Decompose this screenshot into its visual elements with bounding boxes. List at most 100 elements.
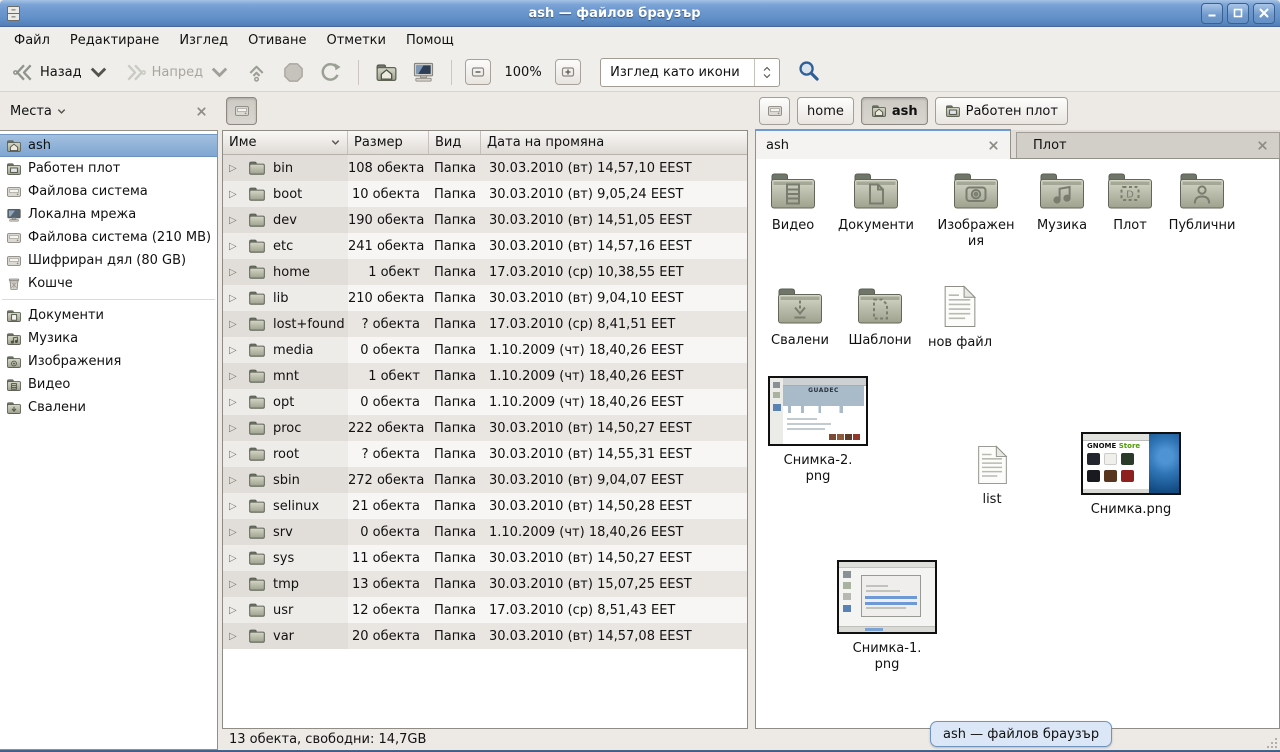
- file-item-snimka[interactable]: GNOME Store Снимка.png: [1076, 432, 1186, 518]
- sidebar-item-music[interactable]: Музика: [0, 327, 217, 350]
- expander-icon[interactable]: ▷: [229, 579, 241, 590]
- menu-file[interactable]: Файл: [4, 30, 60, 51]
- minimize-button[interactable]: [1201, 3, 1223, 24]
- table-row[interactable]: ▷mnt1 обектПапка1.10.2009 (чт) 18,40,26 …: [223, 363, 747, 389]
- sidebar-item-video[interactable]: Видео: [0, 373, 217, 396]
- column-header-date[interactable]: Дата на промяна: [481, 131, 747, 154]
- expander-icon[interactable]: ▷: [229, 371, 241, 382]
- back-button[interactable]: Назад: [6, 57, 116, 88]
- zoom-out-button[interactable]: [465, 59, 491, 85]
- sidebar-item-home[interactable]: ash: [0, 134, 217, 157]
- path-root-button[interactable]: [226, 97, 257, 125]
- expander-icon[interactable]: ▷: [229, 553, 241, 564]
- sidebar-item-filesystem[interactable]: Файлова система: [0, 180, 217, 203]
- up-button[interactable]: [239, 57, 274, 88]
- folder-item-downloads[interactable]: Свалени: [759, 286, 841, 349]
- expander-icon[interactable]: ▷: [229, 189, 241, 200]
- folder-item-documents[interactable]: Документи: [835, 171, 917, 234]
- file-item-list[interactable]: list: [951, 445, 1033, 508]
- taskbar-window-label[interactable]: ash — файлов браузър: [930, 721, 1112, 747]
- sidebar-item-network[interactable]: Локална мрежа: [0, 203, 217, 226]
- table-row[interactable]: ▷tmp13 обектаПапка30.03.2010 (вт) 15,07,…: [223, 571, 747, 597]
- file-item-new-file[interactable]: нов файл: [919, 285, 1001, 351]
- table-row[interactable]: ▷usr12 обектаПапка17.03.2010 (ср) 8,51,4…: [223, 597, 747, 623]
- table-row[interactable]: ▷srv0 обектаПапка1.10.2009 (чт) 18,40,26…: [223, 519, 747, 545]
- forward-button[interactable]: Напред: [118, 57, 237, 88]
- table-row[interactable]: ▷home1 обектПапка17.03.2010 (ср) 10,38,5…: [223, 259, 747, 285]
- path-home-button[interactable]: home: [797, 97, 854, 125]
- maximize-button[interactable]: [1227, 3, 1249, 24]
- table-row[interactable]: ▷var20 обектаПапка30.03.2010 (вт) 14,57,…: [223, 623, 747, 649]
- sidebar-item-desktop[interactable]: Работен плот: [0, 157, 217, 180]
- menu-help[interactable]: Помощ: [396, 30, 464, 51]
- sidebar-item-volume-210mb[interactable]: Файлова система (210 MB): [0, 226, 217, 249]
- folder-item-video[interactable]: Видео: [755, 171, 834, 234]
- menu-edit[interactable]: Редактиране: [60, 30, 169, 51]
- column-header-name[interactable]: Име: [223, 131, 348, 154]
- path-desktop-button[interactable]: Работен плот: [935, 97, 1068, 125]
- path-ash-button[interactable]: ash: [861, 97, 928, 125]
- tab-ash[interactable]: ash: [755, 129, 1011, 159]
- path-root-button[interactable]: [759, 97, 790, 125]
- expander-icon[interactable]: ▷: [229, 475, 241, 486]
- menu-view[interactable]: Изглед: [169, 30, 238, 51]
- table-row[interactable]: ▷opt0 обектаПапка1.10.2009 (чт) 18,40,26…: [223, 389, 747, 415]
- titlebar[interactable]: ash — файлов браузър: [0, 0, 1280, 27]
- sidebar-item-documents[interactable]: Документи: [0, 304, 217, 327]
- reload-button[interactable]: [313, 57, 348, 88]
- sidebar-item-pictures[interactable]: Изображения: [0, 350, 217, 373]
- tab-plot[interactable]: Плот: [1016, 132, 1280, 158]
- expander-icon[interactable]: ▷: [229, 293, 241, 304]
- stop-button[interactable]: [276, 57, 311, 88]
- column-header-size[interactable]: Размер: [348, 131, 429, 154]
- tab-close-icon[interactable]: [987, 139, 1000, 152]
- table-row[interactable]: ▷selinux21 обектаПапка30.03.2010 (вт) 14…: [223, 493, 747, 519]
- zoom-in-button[interactable]: [555, 59, 581, 85]
- table-row[interactable]: ▷dev190 обектаПапка30.03.2010 (вт) 14,51…: [223, 207, 747, 233]
- expander-icon[interactable]: ▷: [229, 397, 241, 408]
- expander-icon[interactable]: ▷: [229, 527, 241, 538]
- table-row[interactable]: ▷lost+found? обектаПапка17.03.2010 (ср) …: [223, 311, 747, 337]
- expander-icon[interactable]: ▷: [229, 319, 241, 330]
- folder-item-public[interactable]: Публични: [1161, 171, 1243, 234]
- expander-icon[interactable]: ▷: [229, 501, 241, 512]
- tab-close-icon[interactable]: [1256, 139, 1269, 152]
- expander-icon[interactable]: ▷: [229, 345, 241, 356]
- sidebar-item-encrypted-80gb[interactable]: Шифриран дял (80 GB): [0, 249, 217, 272]
- icon-view[interactable]: Видео Документи: [755, 159, 1280, 729]
- expander-icon[interactable]: ▷: [229, 267, 241, 278]
- expander-icon[interactable]: ▷: [229, 215, 241, 226]
- table-row[interactable]: ▷boot10 обектаПапка30.03.2010 (вт) 9,05,…: [223, 181, 747, 207]
- resize-grip[interactable]: [1264, 735, 1277, 748]
- table-row[interactable]: ▷sys11 обектаПапка30.03.2010 (вт) 14,50,…: [223, 545, 747, 571]
- home-button[interactable]: [369, 57, 404, 88]
- table-row[interactable]: ▷lib210 обектаПапка30.03.2010 (вт) 9,04,…: [223, 285, 747, 311]
- expander-icon[interactable]: ▷: [229, 163, 241, 174]
- folder-item-pictures[interactable]: Изображен ия: [935, 171, 1017, 251]
- sidebar-item-downloads[interactable]: Свалени: [0, 396, 217, 419]
- expander-icon[interactable]: ▷: [229, 449, 241, 460]
- expander-icon[interactable]: ▷: [229, 631, 241, 642]
- table-row[interactable]: ▷proc222 обектаПапка30.03.2010 (вт) 14,5…: [223, 415, 747, 441]
- table-row[interactable]: ▷etc241 обектаПапка30.03.2010 (вт) 14,57…: [223, 233, 747, 259]
- search-button[interactable]: [794, 56, 823, 89]
- computer-button[interactable]: [406, 57, 441, 88]
- folder-item-desktop[interactable]: D Плот: [1089, 171, 1171, 234]
- close-button[interactable]: [1253, 3, 1275, 24]
- expander-icon[interactable]: ▷: [229, 605, 241, 616]
- table-row[interactable]: ▷sbin272 обектаПапка30.03.2010 (вт) 9,04…: [223, 467, 747, 493]
- menu-go[interactable]: Отиване: [238, 30, 316, 51]
- view-mode-select[interactable]: Изглед като икони: [600, 58, 780, 87]
- view-mode-spinner[interactable]: [754, 59, 779, 86]
- table-row[interactable]: ▷media0 обектаПапка1.10.2009 (чт) 18,40,…: [223, 337, 747, 363]
- pane-splitter[interactable]: [748, 92, 755, 729]
- sidebar-mode-dropdown-icon[interactable]: [56, 106, 67, 117]
- expander-icon[interactable]: ▷: [229, 241, 241, 252]
- file-item-snimka2[interactable]: GUADEC Снимка-2. png: [766, 376, 870, 486]
- table-row[interactable]: ▷bin108 обектаПапка30.03.2010 (вт) 14,57…: [223, 155, 747, 181]
- menu-bookmarks[interactable]: Отметки: [316, 30, 395, 51]
- expander-icon[interactable]: ▷: [229, 423, 241, 434]
- file-item-snimka1[interactable]: Снимка-1. png: [832, 560, 942, 674]
- sidebar-item-trash[interactable]: Кошче: [0, 272, 217, 295]
- column-header-type[interactable]: Вид: [429, 131, 481, 154]
